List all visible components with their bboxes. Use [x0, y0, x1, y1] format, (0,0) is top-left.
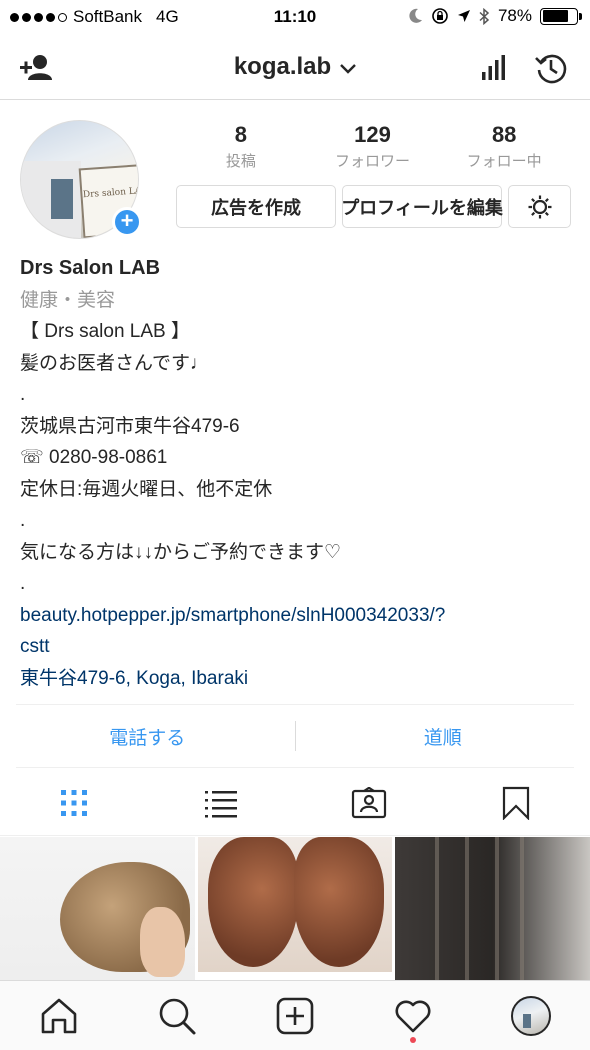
- following-label: フォロー中: [466, 153, 542, 170]
- grid-icon: [60, 789, 87, 816]
- list-icon: [205, 790, 238, 817]
- location-link[interactable]: 東牛谷479-6, Koga, Ibaraki: [20, 663, 580, 695]
- stat-following[interactable]: 88 フォロー中: [438, 122, 570, 171]
- bio-line: .: [20, 510, 26, 531]
- rotation-lock-icon: [432, 8, 448, 24]
- tab-tagged[interactable]: [339, 783, 399, 823]
- location-icon: [457, 10, 470, 22]
- search-icon: [159, 998, 196, 1034]
- add-story-plus-icon[interactable]: +: [112, 207, 142, 237]
- top-nav: koga.lab: [0, 36, 590, 100]
- stat-posts[interactable]: 8 投稿: [175, 122, 307, 171]
- bluetooth-icon: [479, 7, 490, 25]
- tabbar-home[interactable]: [29, 986, 89, 1046]
- bio-line: .: [20, 573, 26, 594]
- notification-dot: [410, 1036, 416, 1043]
- settings-button[interactable]: [508, 185, 571, 228]
- website-link-line2: cstt: [20, 636, 50, 657]
- posts-count: 8: [234, 122, 247, 147]
- profile-avatar-icon: [511, 995, 551, 1036]
- battery-fill: [542, 10, 569, 22]
- post-thumbnail[interactable]: [197, 837, 393, 980]
- create-ad-button[interactable]: 広告を作成: [176, 185, 336, 228]
- profile-name: Drs Salon LAB: [20, 257, 161, 279]
- tagged-icon: [351, 786, 386, 818]
- insights-icon[interactable]: [476, 50, 512, 86]
- tab-list[interactable]: [191, 783, 251, 823]
- status-bar: SoftBank 4G 11:10 78%: [0, 0, 590, 36]
- new-post-icon: [276, 997, 314, 1034]
- status-right: 78%: [409, 6, 582, 26]
- profile-stats: 8 投稿 129 フォロワー 88 フォロー中: [175, 122, 570, 171]
- battery-percent: 78%: [497, 6, 532, 25]
- bio-line: 茨城県古河市東牛谷479-6: [20, 415, 240, 437]
- saved-icon: [503, 786, 530, 820]
- tabbar-activity[interactable]: [383, 986, 443, 1046]
- chevron-down-icon: [335, 58, 357, 78]
- bottom-tab-bar: [0, 980, 590, 1050]
- home-icon: [41, 998, 77, 1033]
- bio-line: .: [20, 384, 26, 405]
- post-thumbnail[interactable]: [0, 837, 195, 980]
- website-link[interactable]: beauty.hotpepper.jp/smartphone/slnH00034…: [20, 600, 580, 663]
- tab-saved[interactable]: [486, 783, 546, 823]
- profile-view-tabs: [0, 770, 590, 836]
- divider: [16, 704, 574, 705]
- post-thumbnail[interactable]: [395, 837, 590, 980]
- bio-line: 定休日:毎週火曜日、他不定休: [20, 478, 273, 500]
- bio-line: 【 Drs salon LAB 】: [20, 321, 190, 342]
- post-grid: [0, 837, 590, 980]
- moon-icon: [409, 8, 422, 23]
- battery-icon: [540, 7, 582, 25]
- edit-profile-button[interactable]: プロフィールを編集: [341, 185, 503, 228]
- activity-heart-icon: [395, 1000, 431, 1032]
- tabbar-search[interactable]: [147, 986, 207, 1046]
- tabbar-new-post[interactable]: [265, 986, 325, 1046]
- contact-actions: 電話する 道順: [0, 706, 590, 766]
- followers-count: 129: [354, 122, 391, 147]
- tabbar-profile[interactable]: [501, 986, 561, 1046]
- username-label: koga.lab: [233, 53, 332, 80]
- call-button[interactable]: 電話する: [0, 723, 295, 750]
- tab-grid[interactable]: [44, 783, 104, 823]
- stat-followers[interactable]: 129 フォロワー: [307, 122, 439, 171]
- bio-line: ☏ 0280-98-0861: [20, 447, 168, 468]
- bio-line: 髪のお医者さんです♩: [20, 352, 210, 374]
- gear-icon: [528, 195, 551, 218]
- archive-clock-icon[interactable]: [533, 50, 569, 86]
- bio-line: 気になる方は↓↓からご予約できます♡: [20, 541, 342, 563]
- website-link-line1: beauty.hotpepper.jp/smartphone/slnH00034…: [20, 604, 446, 626]
- profile-bio: Drs Salon LAB 健康・美容 【 Drs salon LAB 】 髪の…: [20, 253, 580, 694]
- following-count: 88: [491, 122, 517, 147]
- directions-button[interactable]: 道順: [296, 723, 590, 750]
- profile-category: 健康・美容: [20, 289, 116, 311]
- followers-label: フォロワー: [335, 153, 411, 170]
- posts-label: 投稿: [225, 153, 256, 170]
- divider: [16, 767, 574, 768]
